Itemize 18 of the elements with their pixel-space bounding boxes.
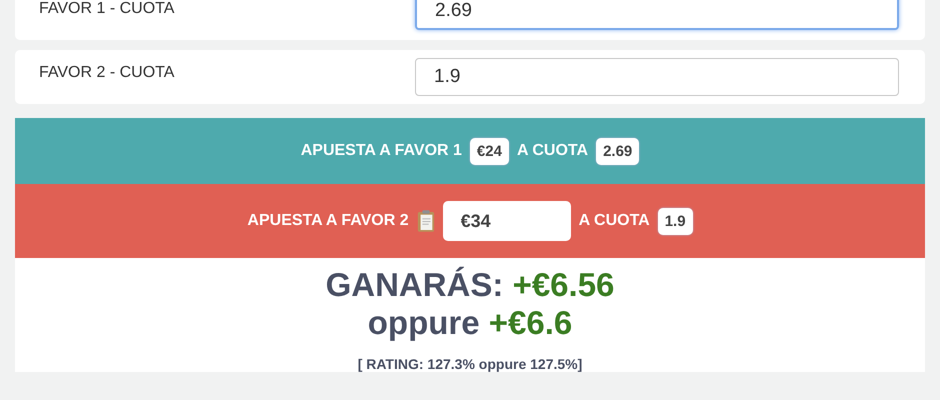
bet-label: APUESTA A FAVOR 1 (300, 142, 462, 160)
clipboard-icon[interactable] (416, 209, 435, 233)
rating-text: [ RATING: 127.3% oppure 127.5%] (356, 356, 584, 372)
alt-label: oppure (368, 304, 480, 341)
bet-label: APUESTA A FAVOR 2 (247, 212, 409, 230)
field-label: FAVOR 1 - CUOTA (39, 0, 176, 18)
odds-input-field[interactable]: 1.9 (415, 58, 899, 96)
odds-label: A CUOTA (578, 212, 650, 230)
stake-value: €24 (470, 138, 509, 164)
odds-value: 1.9 (658, 208, 693, 234)
odds-label: A CUOTA (516, 142, 588, 160)
profit-label: GANARÁS: (326, 266, 504, 303)
stake-input-field[interactable]: €34 (442, 201, 571, 241)
profit-value: +€6.56 (512, 266, 614, 303)
odds-value: 2.69 (596, 138, 640, 164)
alt-profit-value: +€6.6 (488, 304, 572, 341)
field-label: FAVOR 2 - CUOTA (39, 63, 176, 82)
odds-input-field[interactable]: 2.69 (415, 0, 899, 30)
